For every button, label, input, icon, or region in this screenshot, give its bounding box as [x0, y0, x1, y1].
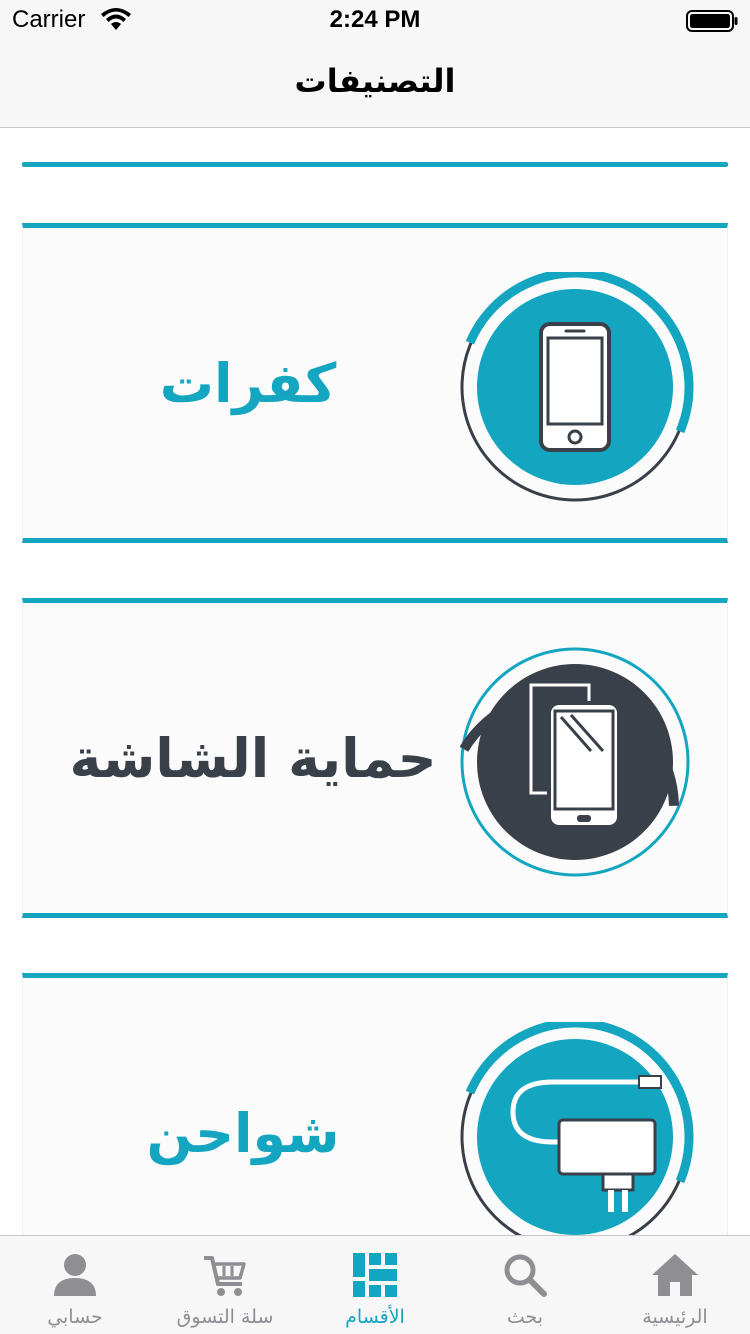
tab-bar: حسابي سلة التسوق الأقسام بحث الرئيسية — [0, 1235, 750, 1334]
cart-icon — [204, 1256, 246, 1296]
person-icon — [54, 1254, 96, 1296]
search-icon — [504, 1254, 547, 1297]
category-card-screen-protection[interactable]: حماية الشاشة — [22, 598, 728, 918]
previous-card-bottom-border — [22, 162, 728, 167]
status-bar: Carrier 2:24 PM — [0, 0, 750, 40]
tab-label: الأقسام — [345, 1306, 405, 1328]
tab-label: الرئيسية — [642, 1306, 708, 1328]
smartphone-icon — [460, 272, 694, 502]
tab-label: حسابي — [47, 1306, 103, 1328]
category-label: حماية الشاشة — [69, 726, 437, 790]
home-icon — [652, 1254, 698, 1296]
tab-categories[interactable]: الأقسام — [300, 1236, 450, 1334]
navigation-bar: التصنيفات — [0, 40, 750, 128]
page-title: التصنيفات — [294, 62, 456, 100]
status-time: 2:24 PM — [329, 6, 421, 33]
charger-icon — [460, 1022, 694, 1235]
categories-list[interactable]: كفرات حماية الشاشة شواحن — [0, 129, 750, 1235]
battery-icon — [686, 10, 738, 32]
tab-label: سلة التسوق — [176, 1306, 274, 1328]
category-label: كفرات — [159, 351, 337, 415]
category-label: شواحن — [146, 1101, 340, 1165]
tab-search[interactable]: بحث — [450, 1236, 600, 1334]
screen-protector-icon — [459, 647, 690, 877]
tab-cart[interactable]: سلة التسوق — [150, 1236, 300, 1334]
tab-label: بحث — [506, 1306, 544, 1328]
grid-icon — [353, 1253, 397, 1297]
category-card-chargers[interactable]: شواحن — [22, 973, 728, 1235]
category-card-covers[interactable]: كفرات — [22, 223, 728, 543]
tab-home[interactable]: الرئيسية — [600, 1236, 750, 1334]
tab-account[interactable]: حسابي — [0, 1236, 150, 1334]
